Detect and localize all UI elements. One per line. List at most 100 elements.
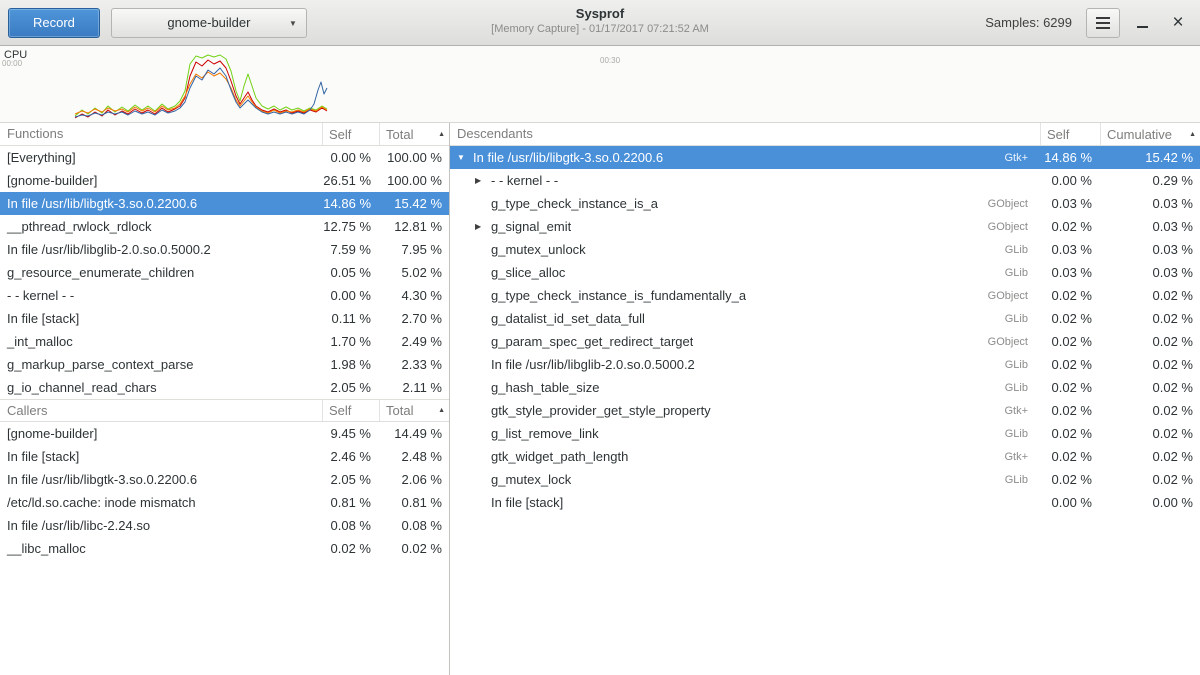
table-row[interactable]: - - kernel - -0.00 %4.30 % — [0, 284, 449, 307]
column-header-total[interactable]: Total ▲ — [379, 400, 449, 421]
function-name: g_io_channel_read_chars — [0, 380, 322, 395]
function-name: g_mutex_unlock — [491, 242, 586, 257]
tree-row[interactable]: g_hash_table_sizeGLib0.02 %0.02 % — [450, 376, 1200, 399]
function-name: g_datalist_id_set_data_full — [491, 311, 645, 326]
cpu-series-cpu1 — [75, 60, 327, 118]
table-row[interactable]: In file [stack]0.11 %2.70 % — [0, 307, 449, 330]
function-name: In file /usr/lib/libgtk-3.so.0.2200.6 — [0, 196, 322, 211]
table-row[interactable]: In file /usr/lib/libgtk-3.so.0.2200.614.… — [0, 192, 449, 215]
library-tag: GLib — [995, 359, 1040, 371]
sort-indicator-icon: ▲ — [1189, 124, 1196, 145]
table-row[interactable]: In file /usr/lib/libglib-2.0.so.0.5000.2… — [0, 238, 449, 261]
column-header-functions[interactable]: Functions — [0, 123, 322, 145]
column-header-cumulative[interactable]: Cumulative ▲ — [1100, 123, 1200, 145]
descendants-tree: ▼In file /usr/lib/libgtk-3.so.0.2200.6Gt… — [450, 146, 1200, 514]
table-row[interactable]: [gnome-builder]9.45 %14.49 % — [0, 422, 449, 445]
function-name: g_signal_emit — [491, 219, 571, 234]
main-area: Functions Self Total ▲ [Everything]0.00 … — [0, 123, 1200, 675]
self-value: 0.02 % — [1040, 311, 1100, 326]
total-value: 7.95 % — [379, 242, 449, 257]
callers-list: [gnome-builder]9.45 %14.49 %In file [sta… — [0, 422, 449, 560]
total-value: 100.00 % — [379, 150, 449, 165]
tree-row[interactable]: g_mutex_unlockGLib0.03 %0.03 % — [450, 238, 1200, 261]
column-header-total-label: Total — [386, 400, 413, 421]
library-tag: GObject — [978, 336, 1040, 348]
function-name: g_hash_table_size — [491, 380, 599, 395]
function-name: g_slice_alloc — [491, 265, 565, 280]
table-row[interactable]: g_io_channel_read_chars2.05 %2.11 % — [0, 376, 449, 399]
tree-row[interactable]: g_type_check_instance_is_fundamentally_a… — [450, 284, 1200, 307]
cumulative-value: 0.29 % — [1100, 173, 1200, 188]
table-row[interactable]: In file /usr/lib/libgtk-3.so.0.2200.62.0… — [0, 468, 449, 491]
library-tag: GLib — [995, 428, 1040, 440]
self-value: 0.02 % — [1040, 357, 1100, 372]
self-value: 0.11 % — [322, 311, 379, 326]
headerbar-right: Samples: 6299 × — [985, 8, 1192, 38]
time-label-start: 00:00 — [2, 59, 22, 68]
column-header-cumulative-label: Cumulative — [1107, 124, 1172, 145]
column-header-self[interactable]: Self — [1040, 123, 1100, 145]
table-row[interactable]: g_resource_enumerate_children0.05 %5.02 … — [0, 261, 449, 284]
tree-row[interactable]: ▶- - kernel - -0.00 %0.29 % — [450, 169, 1200, 192]
table-row[interactable]: /etc/ld.so.cache: inode mismatch0.81 %0.… — [0, 491, 449, 514]
library-tag: GObject — [978, 198, 1040, 210]
function-name: In file /usr/lib/libc-2.24.so — [0, 518, 322, 533]
cumulative-value: 0.02 % — [1100, 311, 1200, 326]
tree-row[interactable]: ▼In file /usr/lib/libgtk-3.so.0.2200.6Gt… — [450, 146, 1200, 169]
cumulative-value: 0.03 % — [1100, 219, 1200, 234]
table-row[interactable]: [gnome-builder]26.51 %100.00 % — [0, 169, 449, 192]
tree-row[interactable]: g_type_check_instance_is_aGObject0.03 %0… — [450, 192, 1200, 215]
column-header-self[interactable]: Self — [322, 123, 379, 145]
column-header-total[interactable]: Total ▲ — [379, 123, 449, 145]
function-name: g_mutex_lock — [491, 472, 571, 487]
tree-row-name-cell: g_mutex_unlockGLib — [450, 242, 1040, 257]
tree-row[interactable]: gtk_style_provider_get_style_propertyGtk… — [450, 399, 1200, 422]
tree-row[interactable]: In file /usr/lib/libglib-2.0.so.0.5000.2… — [450, 353, 1200, 376]
process-selector[interactable]: gnome-builder ▼ — [111, 8, 307, 38]
function-name: In file /usr/lib/libgtk-3.so.0.2200.6 — [473, 150, 663, 165]
tree-row[interactable]: ▶g_signal_emitGObject0.02 %0.03 % — [450, 215, 1200, 238]
expander-closed-icon[interactable]: ▶ — [475, 176, 491, 185]
total-value: 2.49 % — [379, 334, 449, 349]
tree-row[interactable]: In file [stack]0.00 %0.00 % — [450, 491, 1200, 514]
function-name: In file /usr/lib/libglib-2.0.so.0.5000.2 — [491, 357, 695, 372]
table-row[interactable]: __pthread_rwlock_rdlock12.75 %12.81 % — [0, 215, 449, 238]
tree-row-name-cell: g_hash_table_sizeGLib — [450, 380, 1040, 395]
record-button[interactable]: Record — [8, 8, 100, 38]
samples-count: Samples: 6299 — [985, 15, 1072, 30]
column-header-descendants[interactable]: Descendants — [450, 123, 1040, 145]
tree-row[interactable]: g_param_spec_get_redirect_targetGObject0… — [450, 330, 1200, 353]
table-row[interactable]: g_markup_parse_context_parse1.98 %2.33 % — [0, 353, 449, 376]
self-value: 1.70 % — [322, 334, 379, 349]
functions-list: [Everything]0.00 %100.00 %[gnome-builder… — [0, 146, 449, 399]
menu-button[interactable] — [1086, 8, 1120, 38]
close-button[interactable]: × — [1164, 9, 1192, 37]
tree-row[interactable]: g_datalist_id_set_data_fullGLib0.02 %0.0… — [450, 307, 1200, 330]
sysprof-window: Record gnome-builder ▼ Sysprof [Memory C… — [0, 0, 1200, 675]
table-row[interactable]: In file /usr/lib/libc-2.24.so0.08 %0.08 … — [0, 514, 449, 537]
cumulative-value: 15.42 % — [1100, 150, 1200, 165]
cumulative-value: 0.02 % — [1100, 449, 1200, 464]
tree-row-name-cell: g_slice_allocGLib — [450, 265, 1040, 280]
minimize-button[interactable] — [1128, 9, 1156, 37]
column-header-callers[interactable]: Callers — [0, 400, 322, 421]
self-value: 0.00 % — [322, 288, 379, 303]
tree-row[interactable]: gtk_widget_path_lengthGtk+0.02 %0.02 % — [450, 445, 1200, 468]
table-row[interactable]: __libc_malloc0.02 %0.02 % — [0, 537, 449, 560]
expander-closed-icon[interactable]: ▶ — [475, 222, 491, 231]
expander-open-icon[interactable]: ▼ — [457, 153, 473, 162]
tree-row[interactable]: g_list_remove_linkGLib0.02 %0.02 % — [450, 422, 1200, 445]
table-row[interactable]: In file [stack]2.46 %2.48 % — [0, 445, 449, 468]
total-value: 0.08 % — [379, 518, 449, 533]
self-value: 0.81 % — [322, 495, 379, 510]
table-row[interactable]: _int_malloc1.70 %2.49 % — [0, 330, 449, 353]
descendants-header: Descendants Self Cumulative ▲ — [450, 123, 1200, 146]
tree-row[interactable]: g_mutex_lockGLib0.02 %0.02 % — [450, 468, 1200, 491]
tree-row[interactable]: g_slice_allocGLib0.03 %0.03 % — [450, 261, 1200, 284]
cpu-graph[interactable]: CPU 00:00 00:30 — [0, 46, 1200, 123]
function-name: - - kernel - - — [491, 173, 558, 188]
cumulative-value: 0.02 % — [1100, 288, 1200, 303]
table-row[interactable]: [Everything]0.00 %100.00 % — [0, 146, 449, 169]
total-value: 0.81 % — [379, 495, 449, 510]
column-header-self[interactable]: Self — [322, 400, 379, 421]
